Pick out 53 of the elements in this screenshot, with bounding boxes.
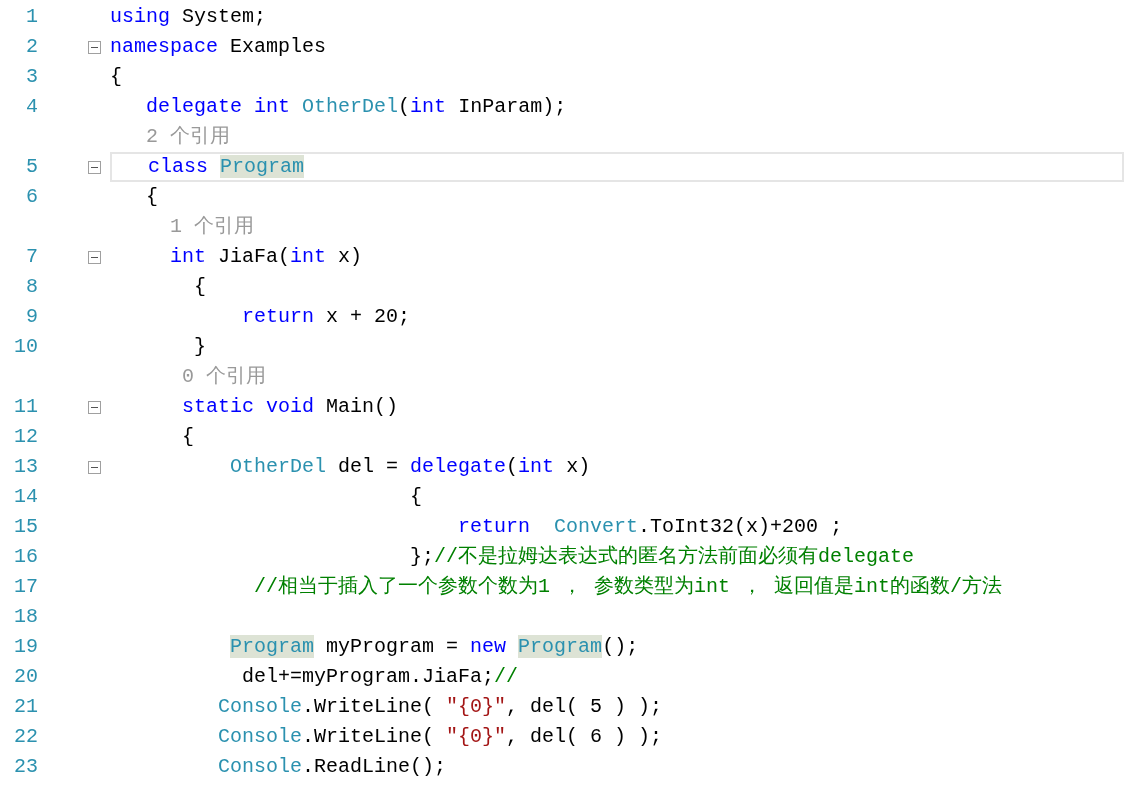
- line-number: 8: [26, 274, 38, 300]
- code-line: OtherDel del = delegate(int x): [229, 454, 591, 480]
- collapse-toggle[interactable]: [87, 460, 101, 474]
- line-number: 22: [14, 724, 38, 750]
- reference-count[interactable]: 1 个引用: [110, 212, 254, 242]
- line-number: 19: [14, 634, 38, 660]
- code-line: namespace Examples: [110, 34, 327, 60]
- code-line: {: [181, 424, 195, 450]
- code-line: {: [110, 64, 122, 90]
- code-line: static void Main(): [181, 394, 399, 420]
- code-line: //相当于插入了一个参数个数为1 ， 参数类型为int ， 返回值是int的函数/方法: [253, 574, 1003, 600]
- code-line: int JiaFa(int x): [169, 244, 363, 270]
- line-number: 3: [26, 64, 38, 90]
- line-number: 15: [14, 514, 38, 540]
- code-line: return x + 20;: [241, 304, 411, 330]
- code-line: Program myProgram = new Program();: [229, 634, 639, 660]
- line-number: 7: [26, 244, 38, 270]
- line-number: 17: [14, 574, 38, 600]
- code-line: delegate int OtherDel(int InParam);: [145, 94, 567, 120]
- code-line: {: [145, 184, 159, 210]
- code-line: Console.WriteLine( "{0}", del( 6 ) );: [217, 724, 663, 750]
- line-number: 10: [14, 334, 38, 360]
- line-number: 21: [14, 694, 38, 720]
- code-line: Console.WriteLine( "{0}", del( 5 ) );: [217, 694, 663, 720]
- code-line: {: [193, 274, 207, 300]
- line-number: 2: [26, 34, 38, 60]
- line-number: 11: [14, 394, 38, 420]
- collapse-toggle[interactable]: [87, 400, 101, 414]
- code-line: using System;: [110, 4, 267, 30]
- line-number: 20: [14, 664, 38, 690]
- line-number: 23: [14, 754, 38, 780]
- reference-count[interactable]: 2 个引用: [110, 122, 230, 152]
- line-number: 9: [26, 304, 38, 330]
- code-line: }: [193, 334, 207, 360]
- code-line: del+=myProgram.JiaFa;//: [241, 664, 519, 690]
- code-line: return Convert.ToInt32(x)+200 ;: [457, 514, 843, 540]
- line-number: 14: [14, 484, 38, 510]
- code-line: };//不是拉姆达表达式的匿名方法前面必须有delegate: [409, 544, 915, 570]
- collapse-toggle[interactable]: [87, 250, 101, 264]
- collapse-toggle[interactable]: [87, 160, 101, 174]
- line-number: 6: [26, 184, 38, 210]
- code-line: class Program: [147, 154, 305, 180]
- line-number: 16: [14, 544, 38, 570]
- line-number: 5: [26, 154, 38, 180]
- line-number: 13: [14, 454, 38, 480]
- line-number: 18: [14, 604, 38, 630]
- line-number: 1: [26, 4, 38, 30]
- code-line: {: [409, 484, 423, 510]
- code-line: Console.ReadLine();: [217, 754, 447, 780]
- line-number: 12: [14, 424, 38, 450]
- line-number: 4: [26, 94, 38, 120]
- reference-count[interactable]: 0 个引用: [110, 362, 266, 392]
- collapse-toggle[interactable]: [87, 40, 101, 54]
